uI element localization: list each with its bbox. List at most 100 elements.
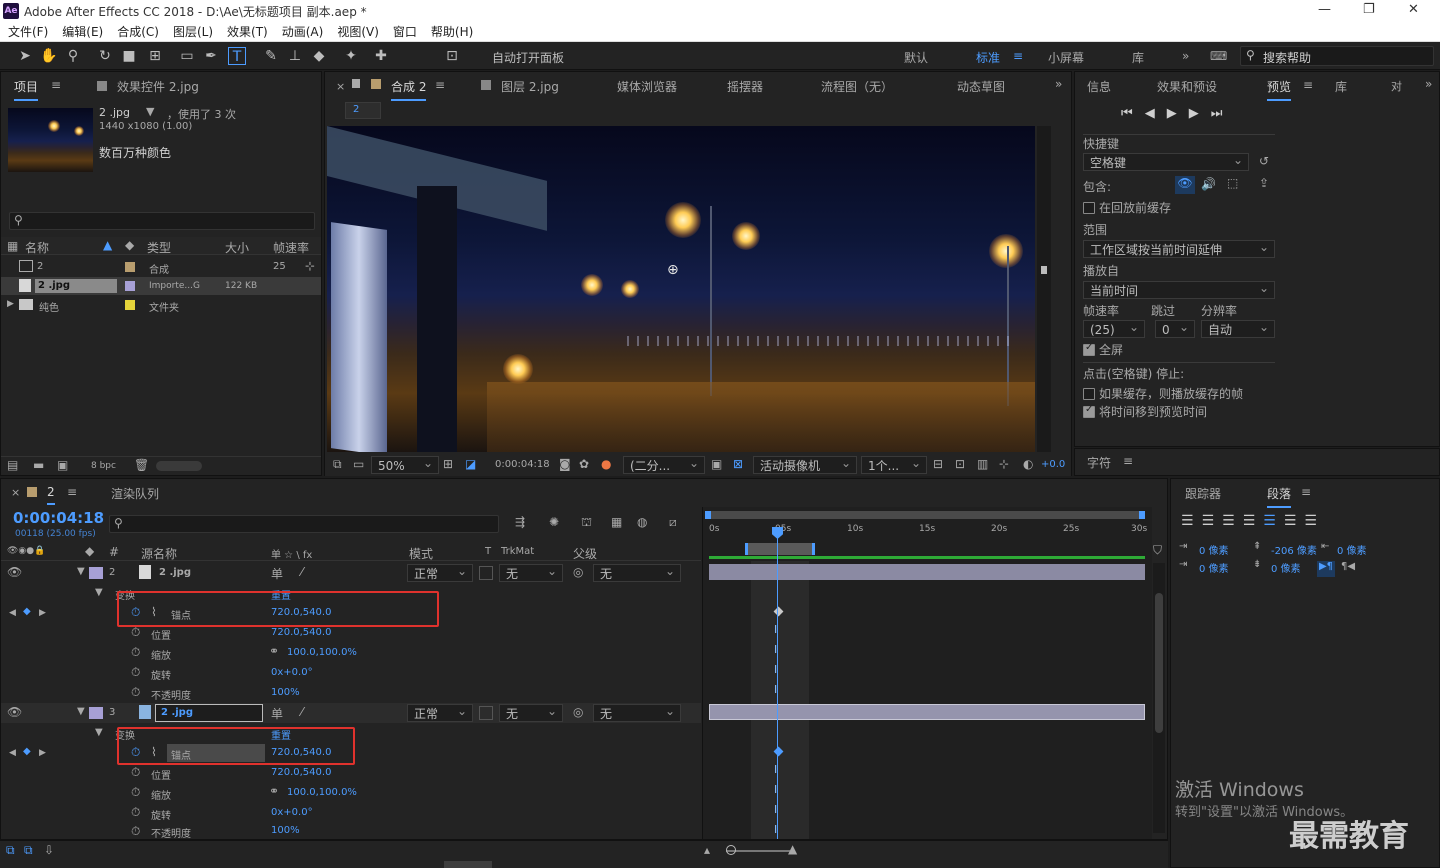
stopwatch-icon[interactable]: ⏱	[131, 665, 140, 680]
stopwatch-icon[interactable]: ⏱	[131, 805, 140, 820]
move-time-checkbox[interactable]	[1083, 404, 1095, 418]
title-safe-icon[interactable]: ◪	[465, 457, 476, 471]
puppet-pin-tool-icon[interactable]: ✚	[372, 47, 390, 65]
sync-settings-icon[interactable]: ⌨	[1210, 49, 1227, 63]
tab-motion-sketch[interactable]: 动态草图	[957, 78, 1005, 95]
tab-paragraph[interactable]: 段落	[1267, 485, 1292, 508]
collapse-arrow-icon[interactable]: ▼	[95, 587, 103, 598]
time-graph[interactable]: 0s 05s 10s 15s 20s 25s 30s I I I I I I I…	[702, 507, 1152, 839]
collapse-arrow-icon[interactable]: ▼	[77, 706, 85, 717]
col-type[interactable]: 类型	[147, 239, 171, 256]
menu-effect[interactable]: 效果(T)	[227, 23, 268, 40]
sort-ascending-icon[interactable]: ▲	[103, 238, 112, 252]
tab-flowchart[interactable]: 流程图（无）	[821, 78, 893, 95]
tab-effects-presets[interactable]: 效果和预设	[1157, 78, 1217, 95]
expand-arrow-icon[interactable]: ▶	[7, 299, 14, 309]
timeline-search-input[interactable]: ⚲	[109, 515, 499, 533]
stopwatch-icon[interactable]: ⏱	[131, 785, 140, 800]
range-dropdown[interactable]: 工作区域按当前时间延伸	[1083, 238, 1275, 258]
layer-duration-bar[interactable]	[709, 704, 1145, 720]
visibility-icon[interactable]: 👁	[7, 705, 22, 719]
clone-stamp-tool-icon[interactable]: ⊥	[286, 47, 304, 65]
menu-view[interactable]: 视图(V)	[337, 23, 379, 40]
col-parent[interactable]: 父级	[573, 545, 597, 562]
collapse-arrow-icon[interactable]: ▼	[95, 727, 103, 738]
menu-help[interactable]: 帮助(H)	[431, 23, 473, 40]
timeline-menu-icon[interactable]: ≡	[67, 485, 77, 499]
tab-effect-controls[interactable]: 效果控件 2.jpg	[117, 78, 199, 95]
property-row[interactable]: ⏱ 位置 720.0,540.0	[1, 763, 701, 783]
previous-frame-icon[interactable]: ◀	[1145, 106, 1167, 121]
fit-icon[interactable]: ⊞	[443, 457, 453, 471]
tab-preview[interactable]: 预览	[1267, 78, 1292, 101]
snapshot-icon[interactable]: ◙	[559, 457, 571, 471]
skip-dropdown[interactable]: 0	[1155, 318, 1195, 338]
hand-tool-icon[interactable]: ✋	[40, 47, 58, 65]
resolution-preview-dropdown[interactable]: 自动	[1201, 318, 1275, 338]
close-button[interactable]: ✕	[1408, 2, 1419, 17]
constrain-proportions-icon[interactable]: ⚭	[269, 784, 279, 798]
stopwatch-icon[interactable]: ⏱	[131, 645, 140, 660]
delete-icon[interactable]: 🗑	[134, 458, 149, 472]
camera-tool-icon[interactable]: ■	[120, 47, 138, 65]
roto-brush-tool-icon[interactable]: ✦	[342, 47, 360, 65]
comp-breadcrumb-chip[interactable]: 2	[345, 102, 381, 119]
property-value[interactable]: 100.0,100.0%	[287, 787, 357, 798]
show-snapshot-icon[interactable]: ✿	[579, 457, 589, 471]
viewer-current-time[interactable]: 0:00:04:18	[495, 459, 550, 470]
align-right-icon[interactable]: ☰	[1222, 513, 1243, 529]
trkmat-dropdown[interactable]: 无	[499, 562, 563, 582]
constrain-proportions-icon[interactable]: ⚭	[269, 644, 279, 658]
time-navigator[interactable]	[705, 511, 1145, 519]
search-help-field[interactable]: ⚲ 搜索帮助	[1240, 46, 1434, 66]
space-after-value[interactable]: 0 像素	[1271, 560, 1301, 575]
col-fps[interactable]: 帧速率	[273, 239, 309, 256]
shy-switch-icon[interactable]: 单	[271, 705, 283, 722]
fps-dropdown[interactable]: (25)	[1083, 318, 1145, 338]
reset-exposure-icon[interactable]: ◐	[1023, 457, 1033, 471]
property-row[interactable]: ⏱ 缩放 ⚭ 100.0,100.0%	[1, 783, 701, 803]
layer-mode-dropdown[interactable]: 正常	[407, 562, 473, 582]
visibility-icon[interactable]: 👁	[7, 565, 22, 579]
workspace-more-icon[interactable]: »	[1182, 49, 1189, 63]
always-preview-icon[interactable]: ⧉	[333, 457, 342, 472]
space-before-value[interactable]: -206 像素	[1271, 542, 1317, 557]
tab-render-queue[interactable]: 渲染队列	[111, 485, 159, 502]
workspace-libraries[interactable]: 库	[1132, 49, 1144, 66]
right-to-left-icon[interactable]: ¶◀	[1341, 561, 1355, 572]
add-keyframe-icon[interactable]: ◆	[23, 606, 31, 617]
property-row[interactable]: ⏱ 不透明度 100%	[1, 823, 701, 840]
brush-tool-icon[interactable]: ✎	[262, 47, 280, 65]
parent-dropdown[interactable]: 无	[593, 562, 681, 582]
layer-label-swatch[interactable]	[89, 567, 103, 579]
tab-timeline-comp[interactable]: 2	[47, 485, 55, 505]
selected-dropdown-icon[interactable]: ▼	[146, 105, 154, 118]
parent-pickwhip-icon[interactable]: ◎	[573, 705, 583, 719]
timeline-current-time[interactable]: 0:00:04:18	[13, 509, 104, 527]
layer-name[interactable]: 2 .jpg	[161, 707, 193, 718]
shy-switch-icon[interactable]: 单	[271, 565, 283, 582]
graph-editor-icon[interactable]: ⧄	[669, 515, 677, 530]
zoom-tool-icon[interactable]: ⚲	[64, 47, 82, 65]
add-keyframe-icon[interactable]: ◆	[23, 746, 31, 757]
project-row-comp[interactable]: 2 合成 25 ⊹	[1, 258, 321, 276]
panel-snap-icon[interactable]: ⊡	[443, 47, 461, 65]
type-tool-icon[interactable]: T	[228, 47, 246, 65]
col-source-name[interactable]: 源名称	[141, 545, 177, 562]
property-value[interactable]: 720.0,540.0	[271, 627, 331, 638]
include-audio-icon[interactable]: 🔊	[1201, 177, 1216, 191]
menu-edit[interactable]: 编辑(E)	[62, 23, 103, 40]
property-value[interactable]: 100%	[271, 687, 300, 698]
include-overlay-icon[interactable]: ⬚	[1227, 176, 1238, 190]
color-channels-icon[interactable]: ●	[601, 457, 611, 471]
composition-viewer[interactable]: ⊕	[327, 126, 1035, 452]
zoom-in-icon[interactable]: ▲	[788, 842, 797, 856]
project-row-image[interactable]: 2 .jpg Importe...G 122 KB	[1, 277, 321, 295]
new-composition-icon[interactable]: ▣	[57, 458, 68, 472]
preserve-transparency-toggle[interactable]	[479, 706, 493, 720]
property-row[interactable]: ⏱ 缩放 ⚭ 100.0,100.0%	[1, 643, 701, 663]
flowchart-icon[interactable]: ⊹	[305, 259, 315, 273]
tab-wiggler[interactable]: 摇摆器	[727, 78, 763, 95]
lock-icon[interactable]	[352, 79, 360, 88]
character-menu-icon[interactable]: ≡	[1123, 454, 1133, 468]
